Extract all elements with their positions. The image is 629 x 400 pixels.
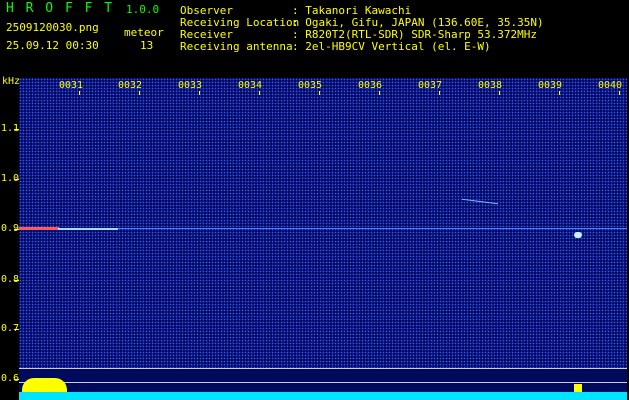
x-label-0036: 0036	[358, 80, 383, 91]
x-tick	[259, 91, 260, 95]
x-label-0035: 0035	[298, 80, 323, 91]
meteor-label: meteor	[124, 26, 164, 39]
x-tick	[199, 91, 200, 95]
strip-border-mid	[19, 382, 627, 383]
strip-border-top	[19, 368, 627, 369]
x-tick	[319, 91, 320, 95]
x-label-0034: 0034	[238, 80, 263, 91]
x-label-0033: 0033	[178, 80, 203, 91]
info-value-antenna: : 2el-HB9CV Vertical (el. E-W)	[292, 40, 491, 53]
meteor-head-echo	[574, 232, 582, 238]
file-datetime: 25.09.12 00:30	[6, 39, 99, 52]
x-label-0037: 0037	[418, 80, 443, 91]
axis-unit: kHz	[2, 76, 21, 87]
x-label-0039: 0039	[538, 80, 563, 91]
x-label-0031: 0031	[59, 80, 84, 91]
x-label-0038: 0038	[478, 80, 503, 91]
spectrogram-area	[19, 78, 627, 368]
app-name: H R O F F T	[6, 1, 115, 16]
x-label-0040: 0040	[598, 80, 623, 91]
app-version: 1.0.0	[126, 3, 160, 16]
x-tick	[439, 91, 440, 95]
x-tick	[379, 91, 380, 95]
y-tick	[14, 329, 19, 330]
info-key-antenna: Receiving antenna	[180, 40, 293, 53]
x-tick	[619, 91, 620, 95]
x-tick	[499, 91, 500, 95]
file-name: 2509120030.png	[6, 21, 99, 34]
y-tick	[14, 129, 19, 130]
x-tick	[559, 91, 560, 95]
x-tick	[79, 91, 80, 95]
y-tick	[14, 280, 19, 281]
y-tick	[14, 229, 19, 230]
meteor-trail	[58, 228, 118, 230]
x-label-0032: 0032	[118, 80, 143, 91]
y-tick	[14, 179, 19, 180]
signal-baseline	[19, 392, 627, 400]
x-tick	[139, 91, 140, 95]
meteor-echo-red	[19, 227, 59, 230]
header: H R O F F T 1.0.0 2509120030.png meteor …	[0, 0, 629, 78]
meteor-count: 13	[140, 39, 154, 52]
